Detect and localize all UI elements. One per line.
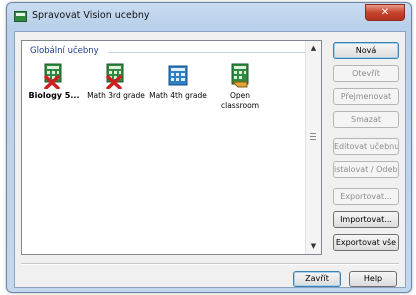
group-divider xyxy=(108,52,305,53)
group-header: Globální učebny xyxy=(30,46,305,58)
dialog-window: Spravovat Vision ucebny ✕ Globální učebn… xyxy=(6,2,412,293)
list-item-math-4th[interactable]: Math 4th grade xyxy=(148,63,208,101)
scroll-thumb[interactable] xyxy=(310,133,316,143)
app-icon xyxy=(14,11,27,22)
close-dialog-button[interactable]: Zavřít xyxy=(293,271,341,287)
import-button[interactable]: Importovat... xyxy=(333,211,399,228)
open-button[interactable]: Otevřít xyxy=(333,65,399,82)
rename-button[interactable]: Přejmenovat xyxy=(333,88,399,105)
export-all-button[interactable]: Exportovat vše xyxy=(333,234,399,251)
edit-classroom-button[interactable]: Editovat učebnu xyxy=(333,138,399,155)
classroom-list[interactable]: Globální učebny Biology 5... Math 3rd gr… xyxy=(21,40,322,255)
list-item-math-3rd[interactable]: Math 3rd grade xyxy=(86,63,146,101)
footer-divider xyxy=(21,263,399,265)
title-bar[interactable]: Spravovat Vision ucebny ✕ xyxy=(7,3,411,31)
list-item-label: Biology 5... xyxy=(28,91,80,100)
list-item-open-classroom[interactable]: Open classroom xyxy=(210,63,270,111)
dialog-client-area: Globální učebny Biology 5... Math 3rd gr… xyxy=(14,31,406,288)
new-button[interactable]: Nová xyxy=(333,42,399,59)
classroom-icon xyxy=(167,63,189,89)
list-item-label: Open classroom xyxy=(220,91,260,110)
list-item-label: Math 4th grade xyxy=(149,91,207,100)
group-label: Globální učebny xyxy=(30,46,99,56)
list-item-biology[interactable]: Biology 5... xyxy=(24,63,84,101)
help-button[interactable]: Help xyxy=(349,271,397,287)
scroll-down-icon[interactable]: ▼ xyxy=(306,239,321,254)
open-classroom-icon xyxy=(229,63,251,89)
list-item-label: Math 3rd grade xyxy=(87,91,145,100)
close-button[interactable]: ✕ xyxy=(365,4,405,21)
classroom-error-icon xyxy=(105,63,127,89)
install-remove-button[interactable]: istalovat / Odebrat xyxy=(333,161,399,178)
window-title: Spravovat Vision ucebny xyxy=(32,10,150,21)
scroll-up-icon[interactable]: ▲ xyxy=(306,41,321,56)
delete-button[interactable]: Smazat xyxy=(333,111,399,128)
vertical-scrollbar[interactable]: ▲ ▼ xyxy=(305,41,321,254)
classroom-error-icon xyxy=(43,63,65,89)
export-button[interactable]: Exportovat... xyxy=(333,188,399,205)
